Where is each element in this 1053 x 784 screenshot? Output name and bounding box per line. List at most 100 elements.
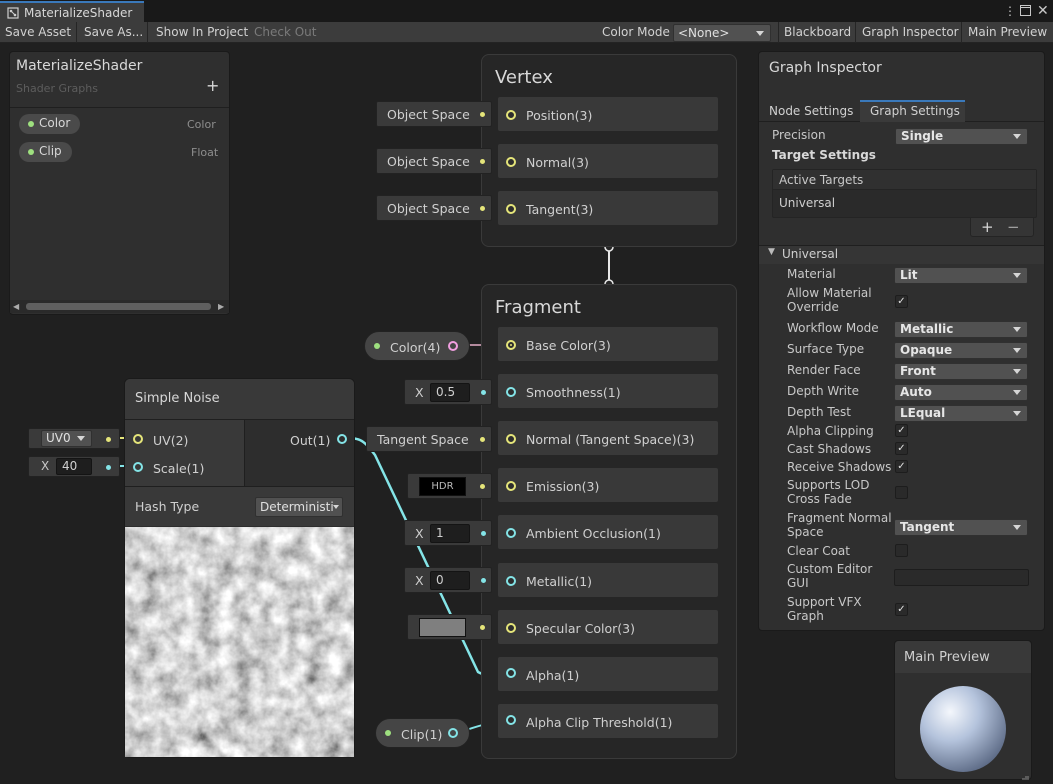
custom-editor-gui-field[interactable] bbox=[894, 569, 1029, 586]
add-target-button[interactable]: + bbox=[981, 218, 994, 236]
output-port-icon[interactable] bbox=[448, 341, 458, 351]
vertex-block-position[interactable]: Position(3) bbox=[497, 96, 719, 132]
input-port-icon[interactable] bbox=[506, 715, 516, 725]
simple-noise-node[interactable]: Simple Noise UV(2) Scale(1) Out(1) Hash … bbox=[124, 378, 355, 758]
normal-space-input[interactable]: Tangent Space bbox=[366, 426, 492, 452]
position-space-input[interactable]: Object Space bbox=[376, 101, 492, 127]
depth-test-dropdown[interactable]: LEqual bbox=[894, 405, 1028, 422]
alpha-clipping-checkbox[interactable]: ✓ bbox=[895, 424, 908, 437]
input-port-icon[interactable] bbox=[506, 481, 516, 491]
metallic-value-field[interactable]: 0 bbox=[430, 571, 470, 590]
fragment-block-alpha-clip[interactable]: Alpha Clip Threshold(1) bbox=[497, 703, 719, 739]
horizontal-scrollbar[interactable]: ◀ ▶ bbox=[10, 300, 229, 313]
resize-handle-icon[interactable] bbox=[1021, 771, 1030, 780]
scroll-right-icon[interactable]: ▶ bbox=[218, 302, 224, 311]
specular-color-swatch[interactable] bbox=[419, 618, 466, 637]
input-port-icon[interactable] bbox=[506, 204, 516, 214]
check-out-button[interactable]: Check Out bbox=[249, 24, 321, 41]
node-header[interactable]: Simple Noise bbox=[125, 379, 354, 420]
metallic-input[interactable]: X 0 bbox=[404, 567, 492, 593]
scale-port-icon[interactable] bbox=[133, 462, 143, 472]
scrollbar-thumb[interactable] bbox=[26, 303, 211, 310]
more-options-icon[interactable]: ⋮ bbox=[1004, 4, 1016, 18]
target-list-item[interactable]: Universal bbox=[779, 196, 835, 210]
specular-color-input[interactable] bbox=[407, 614, 492, 640]
fragment-block-smoothness[interactable]: Smoothness(1) bbox=[497, 373, 719, 409]
chevron-down-icon bbox=[1013, 348, 1021, 353]
blackboard-toggle[interactable]: Blackboard bbox=[779, 24, 856, 41]
fragment-block-ambient-occlusion[interactable]: Ambient Occlusion(1) bbox=[497, 514, 719, 550]
normal-space-input[interactable]: Object Space bbox=[376, 148, 492, 174]
fragment-block-alpha[interactable]: Alpha(1) bbox=[497, 656, 719, 692]
workflow-mode-dropdown[interactable]: Metallic bbox=[894, 321, 1028, 338]
input-port-icon[interactable] bbox=[506, 110, 516, 120]
maximize-icon[interactable] bbox=[1020, 5, 1031, 16]
vertex-block-tangent[interactable]: Tangent(3) bbox=[497, 190, 719, 226]
fragment-block-specular[interactable]: Specular Color(3) bbox=[497, 609, 719, 645]
color-mode-dropdown[interactable]: <None> bbox=[673, 24, 771, 42]
hdr-color-swatch[interactable]: HDR bbox=[419, 477, 466, 496]
surface-type-dropdown[interactable]: Opaque bbox=[894, 342, 1028, 359]
block-label: Normal (Tangent Space)(3) bbox=[526, 432, 695, 447]
window-tab[interactable]: MaterializeShader bbox=[0, 1, 144, 22]
uv-port-icon[interactable] bbox=[133, 434, 143, 444]
fragment-block-base-color[interactable]: Base Color(3) bbox=[497, 326, 719, 362]
tab-node-settings[interactable]: Node Settings bbox=[769, 104, 853, 118]
tangent-space-input[interactable]: Object Space bbox=[376, 195, 492, 221]
input-port-icon[interactable] bbox=[506, 668, 516, 678]
scale-input[interactable]: X 40 bbox=[28, 456, 120, 477]
foldout-arrow-icon[interactable]: ▼ bbox=[768, 247, 775, 257]
tab-graph-settings[interactable]: Graph Settings bbox=[860, 100, 965, 122]
fragment-block-normal[interactable]: Normal (Tangent Space)(3) bbox=[497, 420, 719, 456]
emission-input[interactable]: HDR bbox=[407, 473, 492, 499]
precision-dropdown[interactable]: Single bbox=[895, 128, 1028, 145]
smoothness-input[interactable]: X 0.5 bbox=[404, 379, 492, 405]
fragment-block-metallic[interactable]: Metallic(1) bbox=[497, 562, 719, 598]
remove-target-button[interactable]: − bbox=[1007, 218, 1020, 236]
output-port-icon[interactable] bbox=[448, 728, 458, 738]
input-port-icon[interactable] bbox=[506, 157, 516, 167]
save-asset-button[interactable]: Save Asset bbox=[0, 24, 76, 41]
save-as-button[interactable]: Save As... bbox=[79, 24, 148, 41]
material-dropdown[interactable]: Lit bbox=[894, 267, 1028, 284]
vertex-block-normal[interactable]: Normal(3) bbox=[497, 143, 719, 179]
color-property-node[interactable]: Color(4) bbox=[364, 331, 470, 361]
property-color[interactable]: Color bbox=[19, 114, 81, 134]
input-port-icon[interactable] bbox=[506, 576, 516, 586]
uv-channel-dropdown[interactable]: UV0 bbox=[41, 430, 92, 447]
ambient-occlusion-input[interactable]: X 1 bbox=[404, 520, 492, 546]
smoothness-value-field[interactable]: 0.5 bbox=[430, 383, 470, 402]
main-preview-toggle[interactable]: Main Preview bbox=[963, 24, 1052, 41]
clear-coat-checkbox[interactable] bbox=[895, 544, 908, 557]
show-in-project-button[interactable]: Show In Project bbox=[151, 24, 253, 41]
preview-sphere[interactable] bbox=[915, 681, 1011, 777]
ao-value-field[interactable]: 1 bbox=[430, 524, 470, 543]
block-label: Alpha Clip Threshold(1) bbox=[526, 715, 673, 730]
uv-channel-input[interactable]: UV0 bbox=[28, 428, 120, 449]
input-port-icon[interactable] bbox=[506, 434, 516, 444]
input-port-icon[interactable] bbox=[506, 623, 516, 633]
fragment-block-emission[interactable]: Emission(3) bbox=[497, 467, 719, 503]
supports-lod-cross-fade-checkbox[interactable] bbox=[895, 486, 908, 499]
cast-shadows-checkbox[interactable]: ✓ bbox=[895, 442, 908, 455]
input-port-icon[interactable] bbox=[506, 340, 516, 350]
out-port-icon[interactable] bbox=[337, 434, 347, 444]
render-face-dropdown[interactable]: Front bbox=[894, 363, 1028, 380]
close-icon[interactable]: ✕ bbox=[1037, 3, 1049, 19]
scroll-left-icon[interactable]: ◀ bbox=[13, 302, 19, 311]
graph-inspector-toggle[interactable]: Graph Inspector bbox=[857, 24, 964, 41]
receive-shadows-checkbox[interactable]: ✓ bbox=[895, 460, 908, 473]
hash-type-dropdown[interactable]: Deterministi bbox=[255, 497, 343, 517]
support-vfx-graph-checkbox[interactable]: ✓ bbox=[895, 603, 908, 616]
add-property-button[interactable]: + bbox=[206, 76, 219, 95]
input-port-icon[interactable] bbox=[506, 387, 516, 397]
fragment-normal-space-dropdown[interactable]: Tangent bbox=[894, 519, 1028, 536]
depth-write-dropdown[interactable]: Auto bbox=[894, 384, 1028, 401]
input-port-icon[interactable] bbox=[506, 528, 516, 538]
property-clip[interactable]: Clip bbox=[19, 142, 72, 162]
universal-foldout[interactable]: ▼ Universal bbox=[759, 246, 1044, 264]
main-preview-panel[interactable]: Main Preview bbox=[894, 640, 1032, 780]
clip-property-node[interactable]: Clip(1) bbox=[375, 718, 470, 748]
scale-value-field[interactable]: 40 bbox=[56, 458, 92, 475]
allow-material-override-checkbox[interactable]: ✓ bbox=[895, 295, 908, 308]
